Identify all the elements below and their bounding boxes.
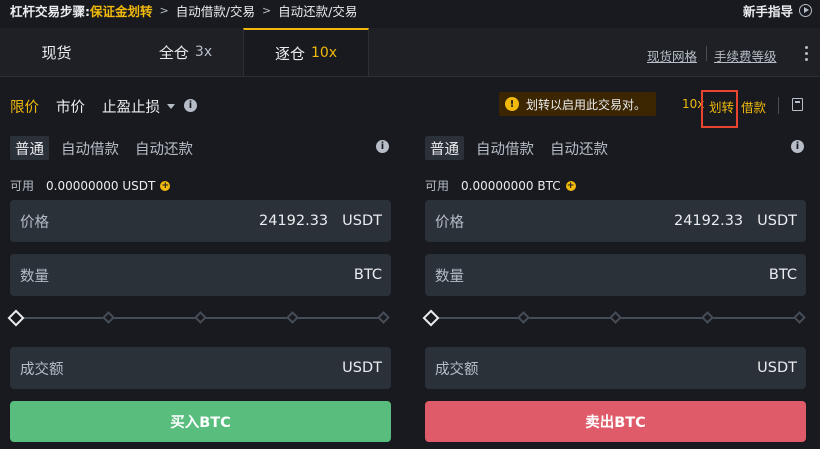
buy-amount-slider[interactable] <box>7 309 391 327</box>
field-label: 成交额 <box>435 361 479 378</box>
slider-handle[interactable] <box>422 309 440 327</box>
borrow-link[interactable]: 借款 <box>741 97 766 116</box>
sell-amount-slider[interactable] <box>422 309 808 327</box>
chevron-right-icon: > <box>261 3 272 17</box>
tab-isolated[interactable]: 逐仓 10x <box>243 28 369 76</box>
info-icon[interactable]: i <box>791 140 804 153</box>
divider <box>706 46 707 61</box>
field-label: 数量 <box>435 268 464 285</box>
info-icon[interactable]: i <box>184 99 197 112</box>
tab-label: 现货 <box>41 43 72 62</box>
slider-tick[interactable] <box>701 311 714 324</box>
sell-available-balance: 可用 0.00000000 BTC + <box>425 177 576 194</box>
buy-btc-button[interactable]: 买入BTC <box>10 401 391 442</box>
tab-spot[interactable]: 现货 <box>0 28 113 76</box>
slider-handle[interactable] <box>7 309 25 327</box>
slider-tick[interactable] <box>517 311 530 324</box>
slider-tick[interactable] <box>377 311 390 324</box>
buy-mode-auto-borrow[interactable]: 自动借款 <box>61 136 119 160</box>
spot-grid-link[interactable]: 现货网格 <box>647 46 697 65</box>
tab-label: 逐仓 <box>274 44 305 63</box>
calculator-icon[interactable] <box>792 98 803 111</box>
buy-available-balance: 可用 0.00000000 USDT + <box>10 177 171 194</box>
sell-mode-auto-borrow[interactable]: 自动借款 <box>476 136 534 160</box>
breadcrumb-step-borrow[interactable]: 自动借款/交易 <box>176 1 255 20</box>
slider-tick[interactable] <box>102 311 115 324</box>
buy-amount-input[interactable]: 数量 BTC <box>10 254 391 296</box>
buy-mode-normal[interactable]: 普通 <box>10 136 49 160</box>
slider-tick[interactable] <box>194 311 207 324</box>
breadcrumb-title: 杠杆交易步骤: <box>10 3 90 19</box>
available-label: 可用 <box>425 179 450 193</box>
divider <box>778 97 779 114</box>
breadcrumb-step-repay[interactable]: 自动还款/交易 <box>278 1 357 20</box>
breadcrumb-step-transfer[interactable]: 保证金划转 <box>90 1 153 20</box>
order-type-limit[interactable]: 限价 <box>10 96 39 117</box>
tab-leverage: 3x <box>194 44 213 60</box>
more-options-icon[interactable] <box>805 46 808 61</box>
tab-label: 全仓 <box>158 43 189 62</box>
sell-mode-auto-repay[interactable]: 自动还款 <box>550 136 608 160</box>
buy-total-input[interactable]: 成交额 USDT <box>10 347 391 389</box>
fee-level-link[interactable]: 手续费等级 <box>714 46 777 65</box>
field-unit: BTC <box>768 267 797 283</box>
field-unit: USDT <box>757 360 797 376</box>
breadcrumb: 杠杆交易步骤: 保证金划转 > 自动借款/交易 > 自动还款/交易 <box>10 0 357 20</box>
field-unit: USDT <box>342 360 382 376</box>
warning-icon: ! <box>505 97 519 111</box>
available-value: 0.00000000 BTC <box>461 178 561 193</box>
sell-price-input[interactable]: 价格 24192.33 USDT <box>425 200 806 242</box>
transfer-notice: ! 划转以启用此交易对。 <box>499 92 656 116</box>
info-icon[interactable]: i <box>376 140 389 153</box>
available-label: 可用 <box>10 179 35 193</box>
field-value: 24192.33 <box>258 213 329 229</box>
order-type-market[interactable]: 市价 <box>56 96 85 117</box>
chevron-down-icon[interactable] <box>167 104 175 109</box>
field-value: 24192.33 <box>673 213 744 229</box>
slider-tick[interactable] <box>793 311 806 324</box>
order-type-stop-limit[interactable]: 止盈止损 <box>102 96 160 117</box>
field-label: 数量 <box>20 268 49 285</box>
tab-cross[interactable]: 全仓 3x <box>128 28 243 76</box>
field-label: 成交额 <box>20 361 64 378</box>
field-unit: USDT <box>757 213 797 229</box>
highlight-annotation-box <box>701 90 738 128</box>
notice-text: 划转以启用此交易对。 <box>526 97 647 112</box>
available-value: 0.00000000 USDT <box>46 178 156 193</box>
buy-mode-auto-repay[interactable]: 自动还款 <box>135 136 193 160</box>
field-label: 价格 <box>20 214 49 231</box>
add-funds-icon[interactable]: + <box>160 180 171 191</box>
play-circle-icon <box>799 3 812 17</box>
sell-amount-input[interactable]: 数量 BTC <box>425 254 806 296</box>
slider-tick[interactable] <box>609 311 622 324</box>
sell-btc-button[interactable]: 卖出BTC <box>425 401 806 442</box>
beginner-guide-link[interactable]: 新手指导 <box>743 0 812 20</box>
field-unit: USDT <box>342 213 382 229</box>
field-label: 价格 <box>435 214 464 231</box>
slider-tick[interactable] <box>286 311 299 324</box>
chevron-right-icon: > <box>159 3 169 17</box>
field-unit: BTC <box>353 267 382 283</box>
sell-mode-normal[interactable]: 普通 <box>425 136 464 160</box>
tab-leverage: 10x <box>310 45 338 61</box>
add-funds-icon[interactable]: + <box>565 180 576 191</box>
sell-total-input[interactable]: 成交额 USDT <box>425 347 806 389</box>
guide-label: 新手指导 <box>742 3 793 19</box>
buy-price-input[interactable]: 价格 24192.33 USDT <box>10 200 391 242</box>
